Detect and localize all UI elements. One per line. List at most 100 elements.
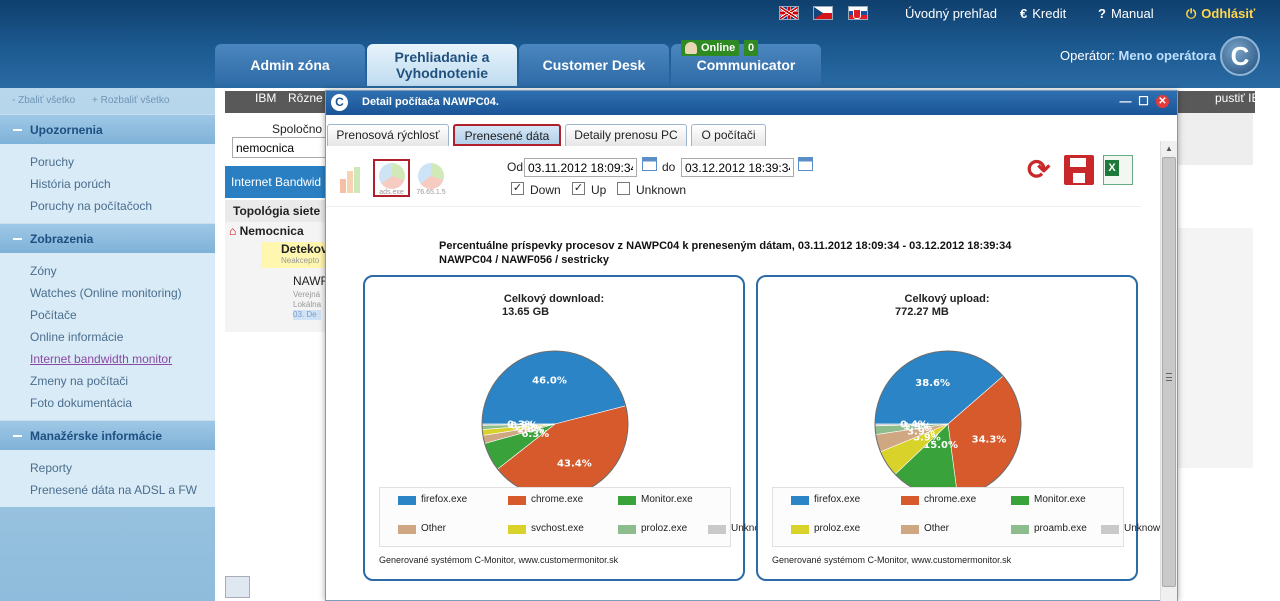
legend-item: proloz.exe	[618, 523, 687, 535]
pie-chart-view-icon[interactable]: ads.exe	[373, 159, 410, 197]
pie-chart-alt-view-icon[interactable]: 76.65.1.5	[414, 161, 448, 197]
down-checkbox[interactable]: ✓	[511, 182, 524, 195]
background-launch-ibm[interactable]: pustiť IBM	[1215, 91, 1270, 105]
legend-swatch	[398, 525, 416, 534]
up-checkbox[interactable]: ✓	[572, 182, 585, 195]
legend-label: svchost.exe	[531, 523, 584, 534]
legend-swatch	[618, 496, 636, 505]
sidebar-section-alerts[interactable]: Upozornenia	[0, 114, 215, 144]
operator-info: Operátor: Meno operátora	[1060, 48, 1216, 63]
legend-label: proloz.exe	[814, 523, 861, 534]
tab-transferred-data[interactable]: Prenesené dáta	[453, 124, 561, 146]
upload-chart-title: Celkový upload: 772.27 MB	[758, 293, 1136, 319]
modal-scrollbar[interactable]: ▲	[1160, 141, 1177, 601]
company-search-input[interactable]	[232, 137, 332, 158]
sidebar-section-views[interactable]: Zobrazenia	[0, 223, 215, 253]
from-date-input[interactable]	[524, 158, 637, 177]
logout-link[interactable]: ⏻ Odhlásiť	[1186, 6, 1255, 22]
legend-swatch	[1101, 525, 1119, 534]
tree-item-sublabel: Neakcepto	[281, 256, 320, 265]
logout-label: Odhlásiť	[1201, 6, 1256, 21]
legend-swatch	[398, 496, 416, 505]
flag-slovak-icon[interactable]	[848, 6, 868, 20]
tree-item-label: Detekov	[281, 242, 328, 256]
report-area: Percentuálne príspevky procesov z NAWPC0…	[326, 231, 1166, 601]
top-header: Úvodný prehľad € Kredit ? Manual ⏻ Odhlásiť…	[0, 0, 1280, 88]
background-various-label[interactable]: Rôzne	[288, 91, 323, 105]
modal-title: Detail počítača NAWPC04.	[362, 96, 499, 108]
legend-swatch	[791, 525, 809, 534]
flag-czech-icon[interactable]	[813, 6, 833, 20]
to-label: do	[662, 160, 676, 174]
sidebar-item-faults[interactable]: Poruchy	[30, 151, 215, 173]
tab-admin-zone[interactable]: Admin zóna	[215, 44, 365, 86]
credit-link[interactable]: € Kredit	[1020, 6, 1066, 22]
help-icon: ?	[1098, 6, 1106, 21]
scrollbar-thumb[interactable]	[1162, 157, 1176, 587]
sidebar-item-photo-docs[interactable]: Foto dokumentácia	[30, 392, 215, 414]
operator-label: Operátor:	[1060, 48, 1115, 63]
to-date-input[interactable]	[681, 158, 794, 177]
tab-transfer-speed[interactable]: Prenosová rýchlosť	[327, 124, 449, 146]
sidebar-item-bandwidth-monitor[interactable]: Internet bandwidth monitor	[30, 348, 215, 370]
network-topology-header: Topológia siete	[225, 200, 325, 222]
tab-browse-line2: Vyhodnotenie	[395, 65, 489, 81]
legend-label: Other	[924, 523, 950, 534]
download-chart-title: Celkový download: 13.65 GB	[365, 293, 743, 319]
sidebar-item-computers[interactable]: Počítače	[30, 304, 215, 326]
sidebar-section-management[interactable]: Manažérske informácie	[0, 420, 215, 450]
sidebar-item-zones[interactable]: Zóny	[30, 260, 215, 282]
manual-link[interactable]: ? Manual	[1098, 6, 1154, 22]
sidebar-item-watches[interactable]: Watches (Online monitoring)	[30, 282, 215, 304]
calendar-icon[interactable]	[798, 157, 813, 171]
tab-about-computer[interactable]: O počítači	[691, 124, 766, 146]
pie-alt-view-label: 76.65.1.5	[416, 189, 446, 196]
download-footer: Generované systémom C-Monitor, www.custo…	[379, 555, 619, 565]
minimize-icon[interactable]: —	[1119, 95, 1132, 108]
bar-chart-icon-bar	[347, 171, 353, 193]
flag-english-icon[interactable]	[779, 6, 799, 20]
home-overview-link[interactable]: Úvodný prehľad	[905, 6, 997, 22]
tab-pc-transfer-details[interactable]: Detaily prenosu PC	[565, 124, 687, 146]
sidebar-item-computer-changes[interactable]: Zmeny na počítači	[30, 370, 215, 392]
legend-label: proloz.exe	[641, 523, 688, 534]
maximize-icon[interactable]: ☐	[1137, 95, 1150, 108]
tab-customer-desk[interactable]: Customer Desk	[519, 44, 669, 86]
background-bandwidth-tab[interactable]: Internet Bandwid	[225, 166, 325, 198]
modal-titlebar[interactable]: C Detail počítača NAWPC04. — ☐ ✕	[326, 91, 1177, 115]
unknown-checkbox[interactable]	[617, 182, 630, 195]
legend-label: firefox.exe	[421, 494, 468, 505]
legend-item: chrome.exe	[901, 494, 976, 506]
calendar-icon[interactable]	[642, 157, 657, 171]
save-icon[interactable]	[1064, 155, 1094, 185]
tree-item-detection[interactable]: Detekov Neakcepto	[261, 242, 328, 268]
background-ibm-label[interactable]: IBM	[255, 91, 276, 105]
tree-leaf-detail-2: Lokálna	[293, 300, 322, 309]
sidebar-item-fault-history[interactable]: História porúch	[30, 173, 215, 195]
sidebar-list-management: Reporty Prenesené dáta na ADSL a FW	[0, 450, 215, 507]
tab-browse-evaluate[interactable]: Prehliadanie a Vyhodnotenie	[367, 44, 517, 86]
online-status-badge: Online	[681, 40, 740, 56]
collapse-all-link[interactable]: - Zbaliť všetko	[12, 95, 75, 106]
close-icon[interactable]: ✕	[1156, 95, 1169, 108]
scroll-up-icon[interactable]: ▲	[1161, 141, 1177, 157]
download-legend: firefox.exe chrome.exe Monitor.exe Other svc…	[379, 487, 773, 547]
tree-leaf-label[interactable]: NAWF	[293, 274, 328, 288]
sidebar-item-online-info[interactable]: Online informácie	[30, 326, 215, 348]
tree-root[interactable]: ⌂ Nemocnica	[229, 224, 304, 238]
bar-chart-icon-bar	[340, 179, 346, 193]
modal-logo-icon: C	[331, 94, 348, 111]
legend-label: proamb.exe	[1034, 523, 1087, 534]
sidebar-item-computer-faults[interactable]: Poruchy na počítačoch	[30, 195, 215, 217]
excel-export-icon[interactable]	[1103, 155, 1133, 185]
expand-all-link[interactable]: + Rozbaliť všetko	[92, 95, 169, 106]
network-topology-tree[interactable]: ⌂ Nemocnica Detekov Neakcepto NAWF Verej…	[225, 222, 328, 332]
legend-swatch	[791, 496, 809, 505]
sidebar-item-adsl-fw-data[interactable]: Prenesené dáta na ADSL a FW	[30, 479, 215, 501]
tree-leaf-detail-3: 03. De	[293, 310, 322, 320]
tree-view-button[interactable]	[225, 576, 250, 598]
refresh-icon[interactable]: ⟳	[1027, 155, 1057, 185]
sidebar-item-reports[interactable]: Reporty	[30, 457, 215, 479]
bar-chart-view-icon[interactable]	[334, 161, 368, 197]
pie-view-label: ads.exe	[379, 189, 404, 196]
